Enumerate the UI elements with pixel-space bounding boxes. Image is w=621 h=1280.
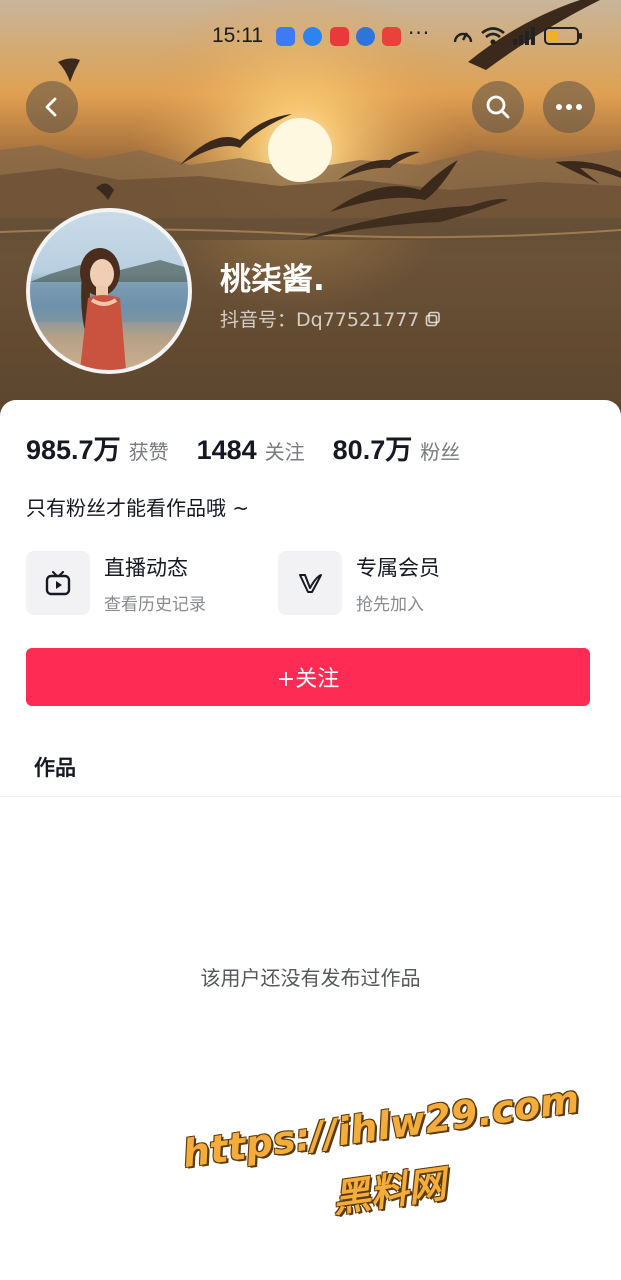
speed-icon (453, 32, 473, 43)
douyin-id-text: 抖音号：Dq77521777 (220, 309, 420, 331)
chevron-left-icon (45, 97, 57, 117)
search-button[interactable] (472, 81, 524, 133)
app-icon (330, 27, 349, 46)
more-button[interactable] (543, 81, 595, 133)
app-badge-icon (382, 27, 401, 46)
live-history-card[interactable]: 直播动态 查看历史记录 (26, 551, 206, 615)
vip-member-card[interactable]: 专属会员 抢先加入 (278, 551, 440, 615)
back-button[interactable] (26, 81, 78, 133)
tv-play-icon (45, 570, 71, 596)
profile-name: 桃柒酱. (220, 262, 325, 298)
copy-icon[interactable] (425, 311, 441, 327)
stats-row: 985.7万 获赞 1484 关注 80.7万 粉丝 (26, 428, 488, 467)
browser-icon (356, 27, 375, 46)
signal-icon (513, 27, 535, 45)
followers-label[interactable]: 粉丝 (420, 436, 460, 465)
likes-label: 获赞 (128, 440, 169, 464)
followers-count[interactable]: 80.7万 (333, 428, 413, 467)
vip-card-title: 专属会员 (356, 555, 440, 580)
vip-card-subtitle: 抢先加入 (356, 594, 424, 615)
card-icon-box (278, 551, 342, 615)
status-bar: 15:11 ··· (0, 0, 621, 72)
broadcast-icon (276, 27, 295, 46)
avatar[interactable] (26, 208, 192, 374)
empty-works-text: 该用户还没有发布过作品 (200, 966, 421, 990)
likes-count: 985.7万 (26, 435, 121, 465)
status-time: 15:11 (212, 24, 263, 47)
bio-text: 只有粉丝才能看作品哦 ~ (26, 496, 250, 520)
follow-button[interactable]: +关注 (26, 648, 590, 706)
douyin-id[interactable]: 抖音号：Dq77521777 (220, 305, 441, 332)
search-icon (486, 95, 510, 119)
tab-divider (0, 796, 621, 797)
wifi-icon (481, 27, 505, 45)
card-icon-box (26, 551, 90, 615)
vip-v-icon (299, 574, 322, 593)
following-count[interactable]: 1484 (197, 435, 257, 466)
tab-works[interactable]: 作品 (34, 752, 76, 782)
more-notifications: ··· (408, 21, 431, 45)
live-card-subtitle: 查看历史记录 (104, 594, 206, 615)
following-label[interactable]: 关注 (265, 436, 305, 465)
message-icon (303, 27, 322, 46)
more-horizontal-icon (556, 104, 582, 110)
battery-icon (544, 27, 582, 45)
live-card-title: 直播动态 (104, 555, 188, 580)
